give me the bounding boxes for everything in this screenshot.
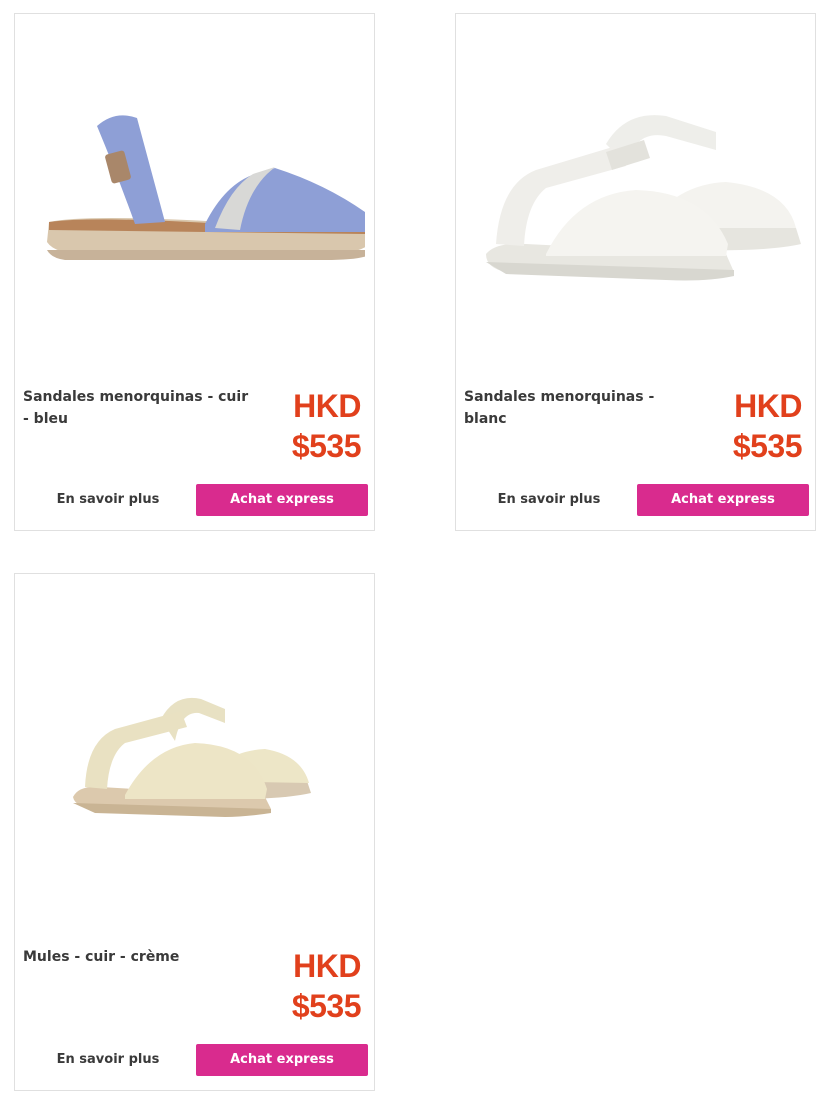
price-amount: $535 <box>732 428 803 464</box>
cream-sandals-image <box>72 697 311 817</box>
product-image[interactable] <box>15 14 374 374</box>
price-currency: HKD <box>293 948 361 984</box>
product-card: Sandales menorquinas - blanc HKD $535 En… <box>455 13 816 531</box>
express-buy-button[interactable]: Achat express <box>196 484 368 516</box>
white-sandals-image <box>485 115 801 281</box>
product-price: HKD $535 <box>732 386 803 466</box>
product-image[interactable] <box>15 574 374 934</box>
product-price: HKD $535 <box>291 386 362 466</box>
learn-more-link[interactable]: En savoir plus <box>464 484 634 516</box>
product-price: HKD $535 <box>291 946 362 1026</box>
learn-more-link[interactable]: En savoir plus <box>23 484 193 516</box>
price-amount: $535 <box>291 988 362 1024</box>
price-amount: $535 <box>291 428 362 464</box>
product-image[interactable] <box>456 14 815 374</box>
product-name[interactable]: Mules - cuir - crème <box>23 946 253 968</box>
price-currency: HKD <box>734 388 802 424</box>
blue-sandal-image <box>46 115 365 260</box>
express-buy-button[interactable]: Achat express <box>196 1044 368 1076</box>
product-name[interactable]: Sandales menorquinas - cuir - bleu <box>23 386 253 430</box>
price-currency: HKD <box>293 388 361 424</box>
learn-more-link[interactable]: En savoir plus <box>23 1044 193 1076</box>
product-name[interactable]: Sandales menorquinas - blanc <box>464 386 694 430</box>
express-buy-button[interactable]: Achat express <box>637 484 809 516</box>
product-card: Sandales menorquinas - cuir - bleu HKD $… <box>14 13 375 531</box>
product-card: Mules - cuir - crème HKD $535 En savoir … <box>14 573 375 1091</box>
